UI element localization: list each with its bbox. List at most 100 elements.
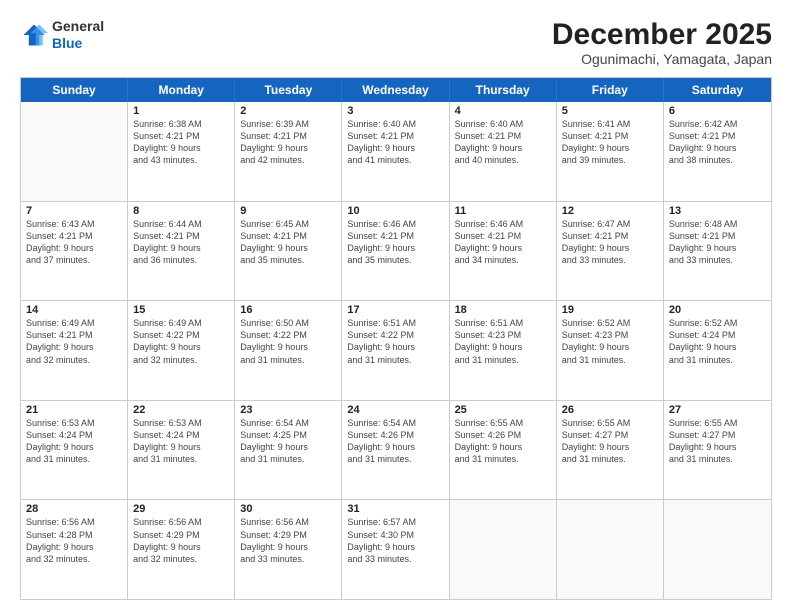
day-number: 17	[347, 304, 443, 316]
day-cell-29: 29Sunrise: 6:56 AMSunset: 4:29 PMDayligh…	[128, 500, 235, 599]
day-number: 1	[133, 105, 229, 117]
day-number: 6	[669, 105, 766, 117]
sunset-text: Sunset: 4:27 PM	[669, 429, 766, 441]
sunrise-text: Sunrise: 6:55 AM	[669, 417, 766, 429]
day-cell-4: 4Sunrise: 6:40 AMSunset: 4:21 PMDaylight…	[450, 102, 557, 201]
day-cell-11: 11Sunrise: 6:46 AMSunset: 4:21 PMDayligh…	[450, 202, 557, 301]
day-number: 16	[240, 304, 336, 316]
day-cell-3: 3Sunrise: 6:40 AMSunset: 4:21 PMDaylight…	[342, 102, 449, 201]
day-number: 4	[455, 105, 551, 117]
daylight-minutes-text: and 32 minutes.	[133, 354, 229, 366]
day-cell-10: 10Sunrise: 6:46 AMSunset: 4:21 PMDayligh…	[342, 202, 449, 301]
day-cell-27: 27Sunrise: 6:55 AMSunset: 4:27 PMDayligh…	[664, 401, 771, 500]
calendar-row-4: 28Sunrise: 6:56 AMSunset: 4:28 PMDayligh…	[21, 500, 771, 599]
day-number: 15	[133, 304, 229, 316]
sunset-text: Sunset: 4:24 PM	[133, 429, 229, 441]
sunset-text: Sunset: 4:29 PM	[133, 529, 229, 541]
sunrise-text: Sunrise: 6:46 AM	[455, 218, 551, 230]
calendar-row-1: 7Sunrise: 6:43 AMSunset: 4:21 PMDaylight…	[21, 202, 771, 302]
sunset-text: Sunset: 4:28 PM	[26, 529, 122, 541]
day-number: 19	[562, 304, 658, 316]
daylight-minutes-text: and 35 minutes.	[240, 254, 336, 266]
daylight-minutes-text: and 31 minutes.	[669, 354, 766, 366]
daylight-minutes-text: and 32 minutes.	[133, 553, 229, 565]
weekday-header-thursday: Thursday	[450, 78, 557, 102]
sunrise-text: Sunrise: 6:51 AM	[455, 317, 551, 329]
day-cell-21: 21Sunrise: 6:53 AMSunset: 4:24 PMDayligh…	[21, 401, 128, 500]
day-number: 23	[240, 404, 336, 416]
day-number: 13	[669, 205, 766, 217]
daylight-minutes-text: and 31 minutes.	[669, 453, 766, 465]
daylight-text: Daylight: 9 hours	[240, 341, 336, 353]
day-cell-22: 22Sunrise: 6:53 AMSunset: 4:24 PMDayligh…	[128, 401, 235, 500]
sunset-text: Sunset: 4:21 PM	[347, 130, 443, 142]
daylight-text: Daylight: 9 hours	[455, 441, 551, 453]
daylight-text: Daylight: 9 hours	[347, 441, 443, 453]
calendar-body: 1Sunrise: 6:38 AMSunset: 4:21 PMDaylight…	[21, 102, 771, 599]
daylight-minutes-text: and 31 minutes.	[240, 354, 336, 366]
sunset-text: Sunset: 4:25 PM	[240, 429, 336, 441]
sunset-text: Sunset: 4:21 PM	[562, 230, 658, 242]
sunset-text: Sunset: 4:21 PM	[240, 130, 336, 142]
empty-cell	[664, 500, 771, 599]
day-number: 26	[562, 404, 658, 416]
calendar-row-3: 21Sunrise: 6:53 AMSunset: 4:24 PMDayligh…	[21, 401, 771, 501]
daylight-minutes-text: and 33 minutes.	[240, 553, 336, 565]
daylight-minutes-text: and 33 minutes.	[669, 254, 766, 266]
weekday-header-wednesday: Wednesday	[342, 78, 449, 102]
day-number: 21	[26, 404, 122, 416]
sunrise-text: Sunrise: 6:54 AM	[347, 417, 443, 429]
daylight-text: Daylight: 9 hours	[455, 142, 551, 154]
daylight-minutes-text: and 31 minutes.	[26, 453, 122, 465]
month-title: December 2025	[552, 18, 772, 51]
sunset-text: Sunset: 4:24 PM	[26, 429, 122, 441]
daylight-text: Daylight: 9 hours	[562, 441, 658, 453]
sunrise-text: Sunrise: 6:55 AM	[455, 417, 551, 429]
daylight-text: Daylight: 9 hours	[240, 242, 336, 254]
daylight-text: Daylight: 9 hours	[133, 441, 229, 453]
sunset-text: Sunset: 4:21 PM	[347, 230, 443, 242]
sunset-text: Sunset: 4:24 PM	[669, 329, 766, 341]
day-number: 5	[562, 105, 658, 117]
day-cell-28: 28Sunrise: 6:56 AMSunset: 4:28 PMDayligh…	[21, 500, 128, 599]
empty-cell	[557, 500, 664, 599]
daylight-text: Daylight: 9 hours	[240, 541, 336, 553]
sunset-text: Sunset: 4:21 PM	[240, 230, 336, 242]
daylight-minutes-text: and 38 minutes.	[669, 154, 766, 166]
day-number: 2	[240, 105, 336, 117]
sunrise-text: Sunrise: 6:53 AM	[133, 417, 229, 429]
daylight-text: Daylight: 9 hours	[669, 441, 766, 453]
day-cell-31: 31Sunrise: 6:57 AMSunset: 4:30 PMDayligh…	[342, 500, 449, 599]
calendar-header: SundayMondayTuesdayWednesdayThursdayFrid…	[21, 78, 771, 102]
daylight-minutes-text: and 41 minutes.	[347, 154, 443, 166]
day-number: 31	[347, 503, 443, 515]
sunset-text: Sunset: 4:21 PM	[562, 130, 658, 142]
daylight-text: Daylight: 9 hours	[562, 142, 658, 154]
daylight-minutes-text: and 31 minutes.	[562, 453, 658, 465]
day-cell-6: 6Sunrise: 6:42 AMSunset: 4:21 PMDaylight…	[664, 102, 771, 201]
sunset-text: Sunset: 4:23 PM	[455, 329, 551, 341]
sunrise-text: Sunrise: 6:49 AM	[26, 317, 122, 329]
daylight-minutes-text: and 31 minutes.	[562, 354, 658, 366]
sunset-text: Sunset: 4:22 PM	[133, 329, 229, 341]
sunrise-text: Sunrise: 6:56 AM	[133, 516, 229, 528]
daylight-minutes-text: and 31 minutes.	[347, 453, 443, 465]
sunrise-text: Sunrise: 6:57 AM	[347, 516, 443, 528]
daylight-minutes-text: and 39 minutes.	[562, 154, 658, 166]
daylight-minutes-text: and 31 minutes.	[240, 453, 336, 465]
day-number: 18	[455, 304, 551, 316]
sunrise-text: Sunrise: 6:51 AM	[347, 317, 443, 329]
sunrise-text: Sunrise: 6:55 AM	[562, 417, 658, 429]
header: General Blue December 2025 Ogunimachi, Y…	[20, 18, 772, 67]
day-number: 27	[669, 404, 766, 416]
sunset-text: Sunset: 4:21 PM	[669, 130, 766, 142]
daylight-text: Daylight: 9 hours	[347, 242, 443, 254]
daylight-text: Daylight: 9 hours	[26, 441, 122, 453]
empty-cell	[450, 500, 557, 599]
sunrise-text: Sunrise: 6:42 AM	[669, 118, 766, 130]
sunset-text: Sunset: 4:21 PM	[455, 230, 551, 242]
sunrise-text: Sunrise: 6:40 AM	[455, 118, 551, 130]
day-number: 14	[26, 304, 122, 316]
daylight-text: Daylight: 9 hours	[26, 242, 122, 254]
day-cell-5: 5Sunrise: 6:41 AMSunset: 4:21 PMDaylight…	[557, 102, 664, 201]
